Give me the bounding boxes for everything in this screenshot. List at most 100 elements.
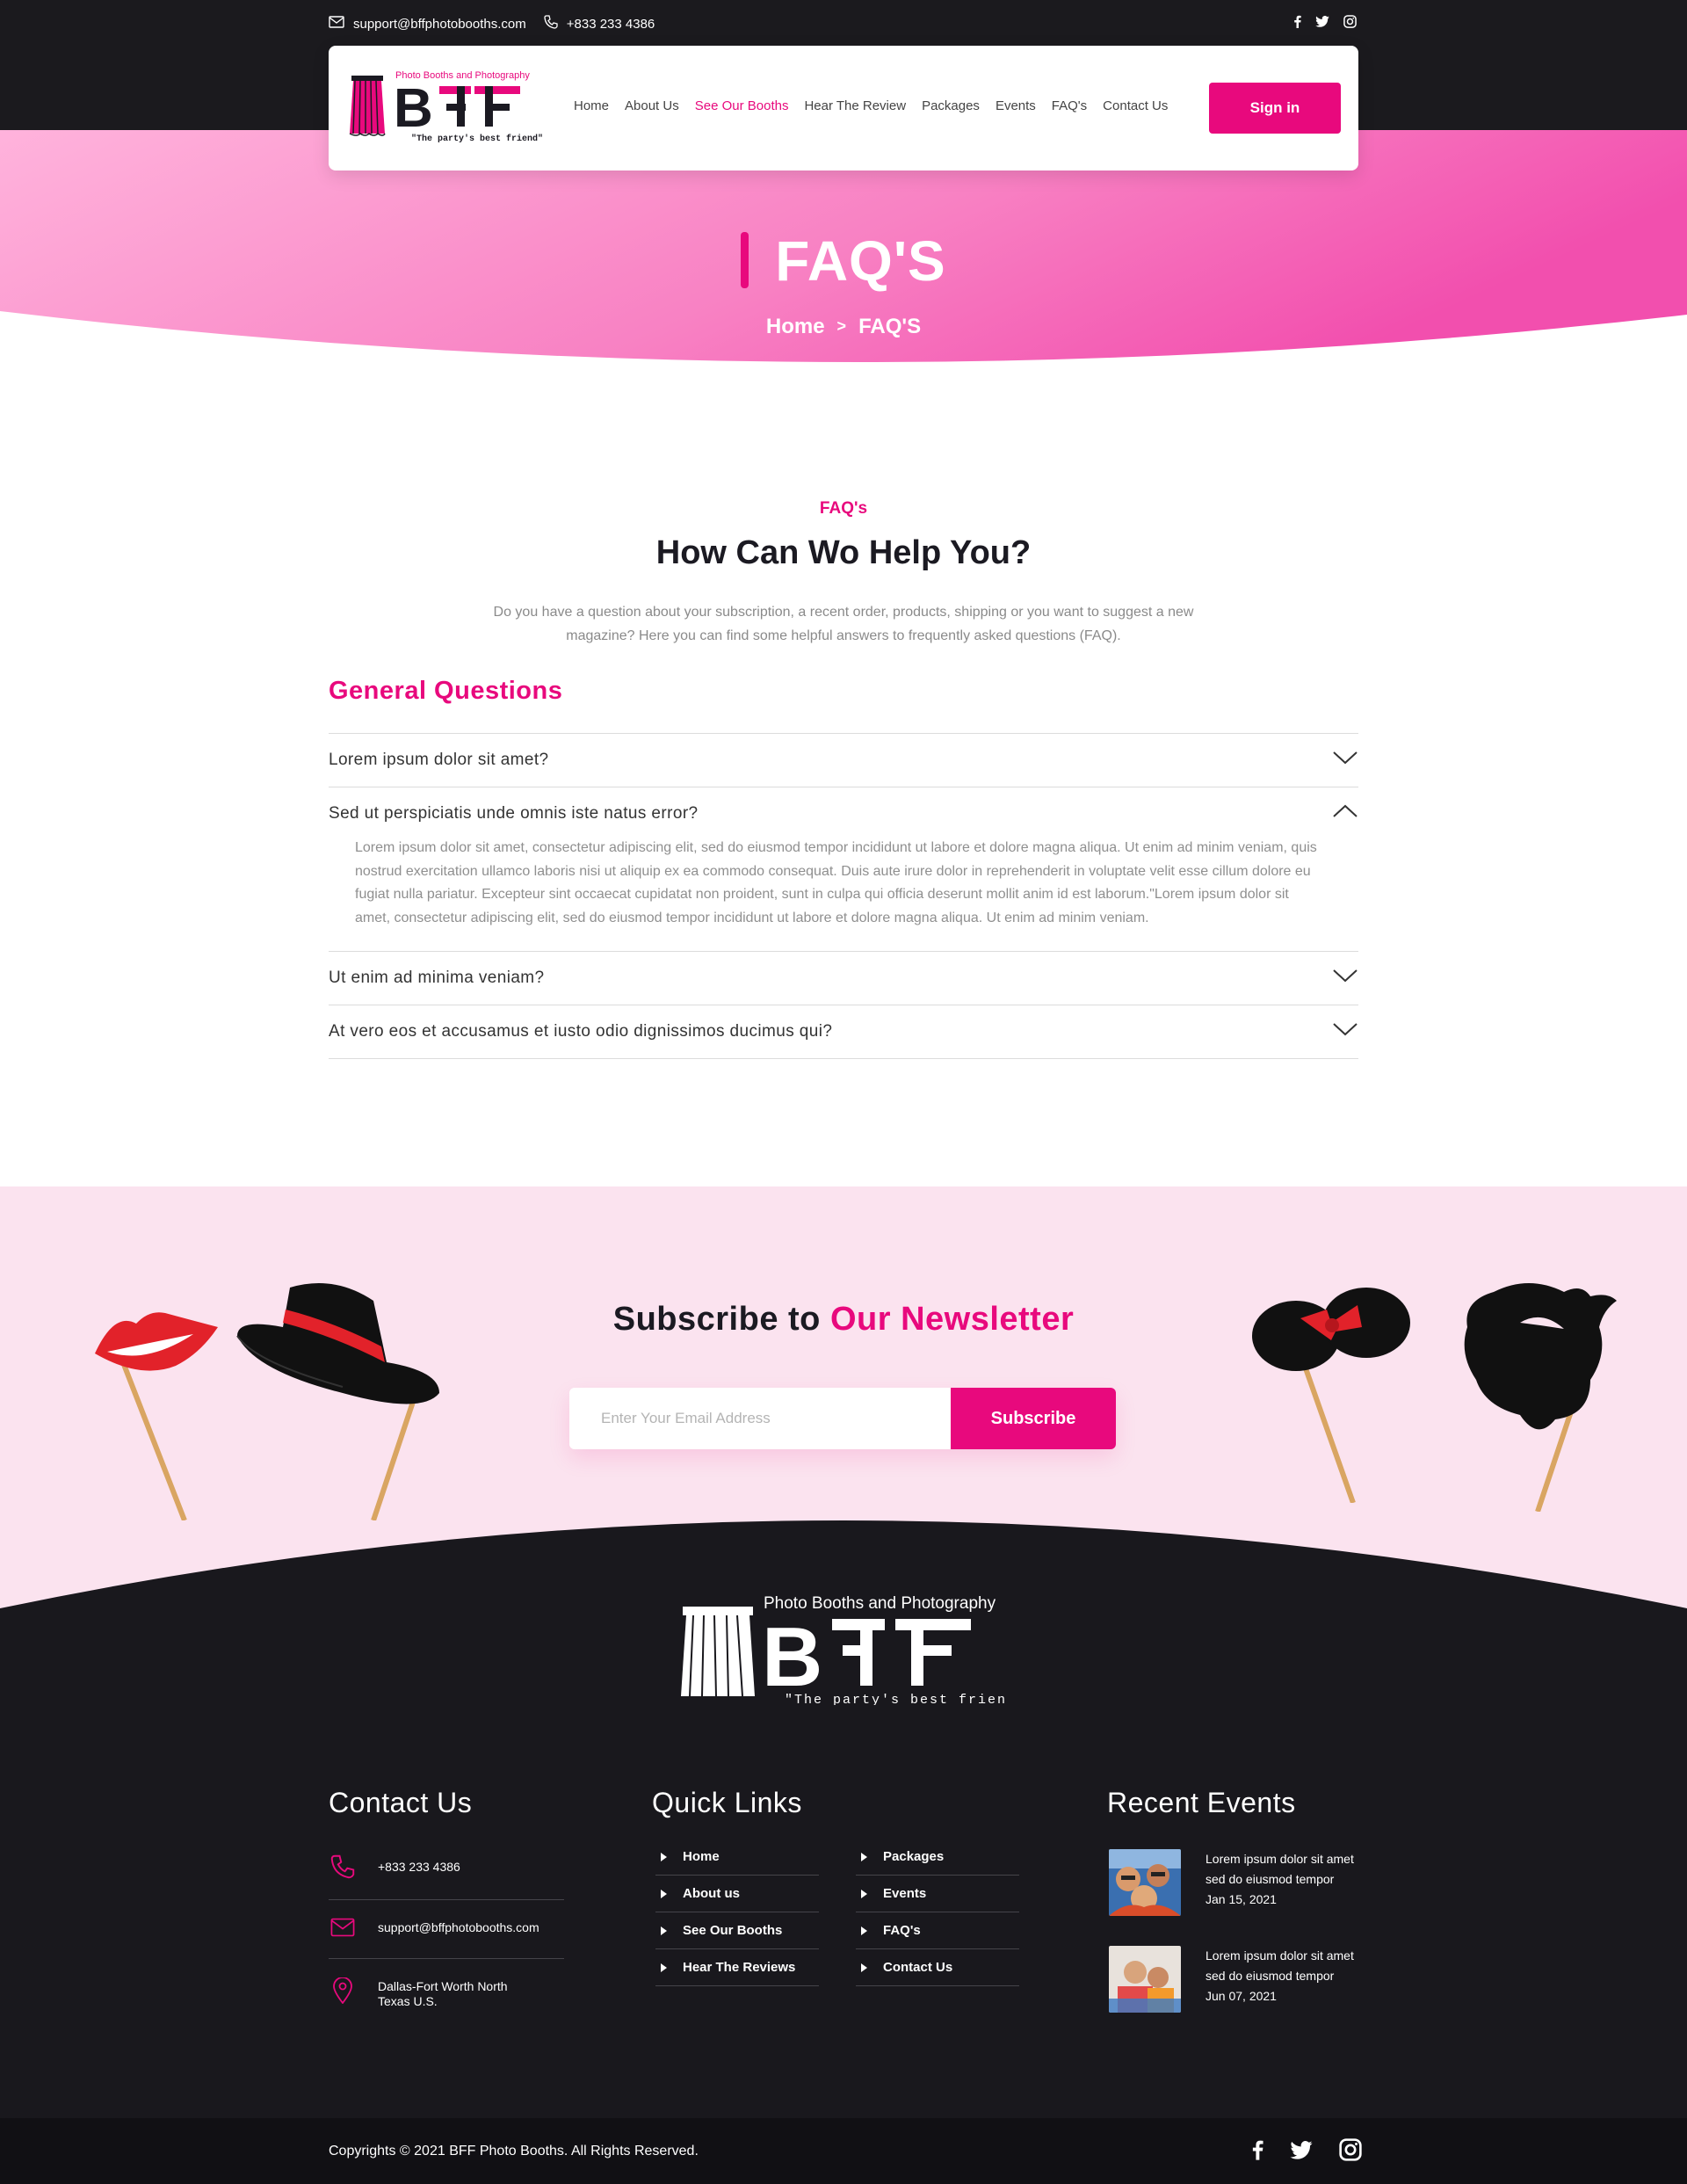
chevron-up-icon[interactable] bbox=[1332, 803, 1358, 824]
bff-logo[interactable]: Photo Booths and Photography B "The part… bbox=[348, 70, 550, 142]
topbar-email[interactable]: support@bffphotobooths.com bbox=[329, 16, 526, 32]
faq-accordion: Lorem ipsum dolor sit amet? Sed ut persp… bbox=[329, 733, 1358, 1059]
quick-link-label: See Our Booths bbox=[683, 1923, 783, 1938]
phone-icon bbox=[544, 15, 558, 33]
envelope-icon bbox=[329, 16, 344, 32]
nav-home[interactable]: Home bbox=[574, 98, 609, 113]
event-title-line2: sed do eiusmod tempor bbox=[1206, 1872, 1335, 1886]
quick-link-label: Hear The Reviews bbox=[683, 1960, 796, 1975]
topbar-email-text: support@bffphotobooths.com bbox=[353, 16, 526, 32]
nav-packages[interactable]: Packages bbox=[922, 98, 980, 113]
copyright-bar: Copyrights © 2021 BFF Photo Booths. All … bbox=[0, 2118, 1687, 2184]
nav-hear-the-review[interactable]: Hear The Review bbox=[804, 98, 906, 113]
faq-answer: Lorem ipsum dolor sit amet, consectetur … bbox=[355, 840, 1317, 925]
quick-link-label: Packages bbox=[883, 1849, 945, 1864]
caret-right-icon bbox=[661, 1889, 667, 1898]
nav-see-our-booths[interactable]: See Our Booths bbox=[695, 98, 789, 113]
logo-slogan: "The party's best friend" bbox=[411, 134, 543, 142]
topbar-social bbox=[1293, 15, 1357, 28]
nav-about-us[interactable]: About Us bbox=[625, 98, 679, 113]
footer-phone[interactable]: +833 233 4386 bbox=[329, 1854, 564, 1879]
quick-link-about-us[interactable]: About us bbox=[655, 1876, 819, 1912]
twitter-icon[interactable] bbox=[1315, 16, 1329, 27]
phone-icon bbox=[329, 1854, 357, 1879]
footer-logo-slogan: "The party's best friend" bbox=[785, 1693, 1006, 1705]
faq-eyebrow: FAQ's bbox=[819, 499, 868, 518]
nav-events[interactable]: Events bbox=[996, 98, 1036, 113]
newsletter-title-part1: Subscribe to bbox=[612, 1301, 821, 1338]
event-title-line2: sed do eiusmod tempor bbox=[1206, 1969, 1335, 1983]
page-title-text: FAQ'S bbox=[775, 229, 946, 293]
footer-address: Dallas-Fort Worth North Texas U.S. bbox=[329, 1977, 564, 2009]
instagram-icon[interactable] bbox=[1339, 2138, 1362, 2166]
newsletter-email-input[interactable] bbox=[569, 1388, 951, 1449]
quick-link-label: Contact Us bbox=[883, 1960, 953, 1975]
instagram-icon[interactable] bbox=[1343, 15, 1357, 28]
recent-event-item[interactable]: Lorem ipsum dolor sit amet sed do eiusmo… bbox=[1109, 1946, 1364, 2013]
footer-email[interactable]: support@bffphotobooths.com bbox=[329, 1918, 564, 1937]
faq-question[interactable]: At vero eos et accusamus et iusto odio d… bbox=[329, 1005, 1358, 1058]
caret-right-icon bbox=[861, 1963, 867, 1972]
chevron-down-icon[interactable] bbox=[1332, 968, 1358, 988]
faq-item[interactable]: At vero eos et accusamus et iusto odio d… bbox=[329, 1005, 1358, 1059]
nav-faqs[interactable]: FAQ's bbox=[1052, 98, 1087, 113]
chevron-down-icon[interactable] bbox=[1332, 750, 1358, 770]
caret-right-icon bbox=[861, 1889, 867, 1898]
breadcrumb-separator: > bbox=[836, 317, 847, 335]
page-title: FAQ'S bbox=[0, 229, 1687, 294]
footer-social bbox=[1251, 2138, 1362, 2166]
faq-question[interactable]: Lorem ipsum dolor sit amet? bbox=[329, 734, 1358, 787]
faq-question[interactable]: Ut enim ad minima veniam? bbox=[329, 952, 1358, 1005]
faq-item-expanded[interactable]: Sed ut perspiciatis unde omnis iste natu… bbox=[329, 787, 1358, 951]
footer: Photo Booths and Photography B "The part… bbox=[0, 1494, 1687, 2118]
main-nav: Home About Us See Our Booths Hear The Re… bbox=[574, 98, 1168, 113]
footer-contact-title: Contact Us bbox=[329, 1787, 473, 1818]
breadcrumb-home[interactable]: Home bbox=[766, 315, 825, 338]
faq-item[interactable]: Ut enim ad minima veniam? bbox=[329, 951, 1358, 1005]
faq-question[interactable]: Sed ut perspiciatis unde omnis iste natu… bbox=[329, 787, 1358, 840]
quick-link-home[interactable]: Home bbox=[655, 1839, 819, 1876]
event-thumbnail[interactable] bbox=[1109, 1849, 1181, 1916]
divider bbox=[329, 1899, 564, 1900]
subscribe-button[interactable]: Subscribe bbox=[951, 1388, 1116, 1449]
recent-event-item[interactable]: Lorem ipsum dolor sit amet sed do eiusmo… bbox=[1109, 1849, 1364, 1916]
page-hero: FAQ'S Home > FAQ'S bbox=[0, 130, 1687, 403]
quick-link-label: About us bbox=[683, 1886, 740, 1901]
footer-recent-events-title: Recent Events bbox=[1107, 1787, 1296, 1818]
quick-link-label: Events bbox=[883, 1886, 927, 1901]
event-date: Jan 15, 2021 bbox=[1206, 1892, 1277, 1906]
title-accent-bar bbox=[741, 232, 749, 289]
facebook-icon[interactable] bbox=[1251, 2139, 1263, 2165]
caret-right-icon bbox=[661, 1926, 667, 1935]
newsletter-title: Subscribe to Our Newsletter bbox=[0, 1301, 1687, 1339]
chevron-down-icon[interactable] bbox=[1332, 1021, 1358, 1041]
faq-heading: How Can Wo Help You? bbox=[655, 534, 1032, 571]
facebook-icon[interactable] bbox=[1293, 15, 1301, 28]
quick-link-packages[interactable]: Packages bbox=[856, 1839, 1019, 1876]
quick-link-label: Home bbox=[683, 1849, 720, 1864]
quick-link-hear-the-reviews[interactable]: Hear The Reviews bbox=[655, 1949, 819, 1986]
quick-link-see-our-booths[interactable]: See Our Booths bbox=[655, 1912, 819, 1949]
breadcrumb-current: FAQ'S bbox=[858, 315, 922, 338]
footer-background bbox=[0, 1520, 1687, 2118]
twitter-icon[interactable] bbox=[1290, 2140, 1313, 2164]
caret-right-icon bbox=[861, 1852, 867, 1861]
footer-quick-links-title: Quick Links bbox=[652, 1787, 802, 1818]
footer-address-line1: Dallas-Fort Worth North bbox=[378, 1979, 508, 1993]
topbar-phone[interactable]: +833 233 4386 bbox=[544, 15, 655, 33]
nav-contact-us[interactable]: Contact Us bbox=[1103, 98, 1168, 113]
main-header: Photo Booths and Photography B "The part… bbox=[329, 46, 1358, 171]
event-thumbnail[interactable] bbox=[1109, 1946, 1181, 2013]
location-pin-icon bbox=[329, 1977, 357, 2004]
quick-link-label: FAQ's bbox=[883, 1923, 921, 1938]
footer-address-line2: Texas U.S. bbox=[378, 1994, 438, 2008]
faq-section-title: General Questions bbox=[329, 677, 563, 705]
newsletter-form: Subscribe bbox=[569, 1388, 1116, 1449]
quick-link-faqs[interactable]: FAQ's bbox=[856, 1912, 1019, 1949]
divider bbox=[329, 1958, 564, 1959]
quick-link-events[interactable]: Events bbox=[856, 1876, 1019, 1912]
footer-logo[interactable]: Photo Booths and Photography B "The part… bbox=[681, 1591, 1006, 1705]
faq-item[interactable]: Lorem ipsum dolor sit amet? bbox=[329, 733, 1358, 787]
sign-in-button[interactable]: Sign in bbox=[1209, 83, 1341, 134]
quick-link-contact-us[interactable]: Contact Us bbox=[856, 1949, 1019, 1986]
